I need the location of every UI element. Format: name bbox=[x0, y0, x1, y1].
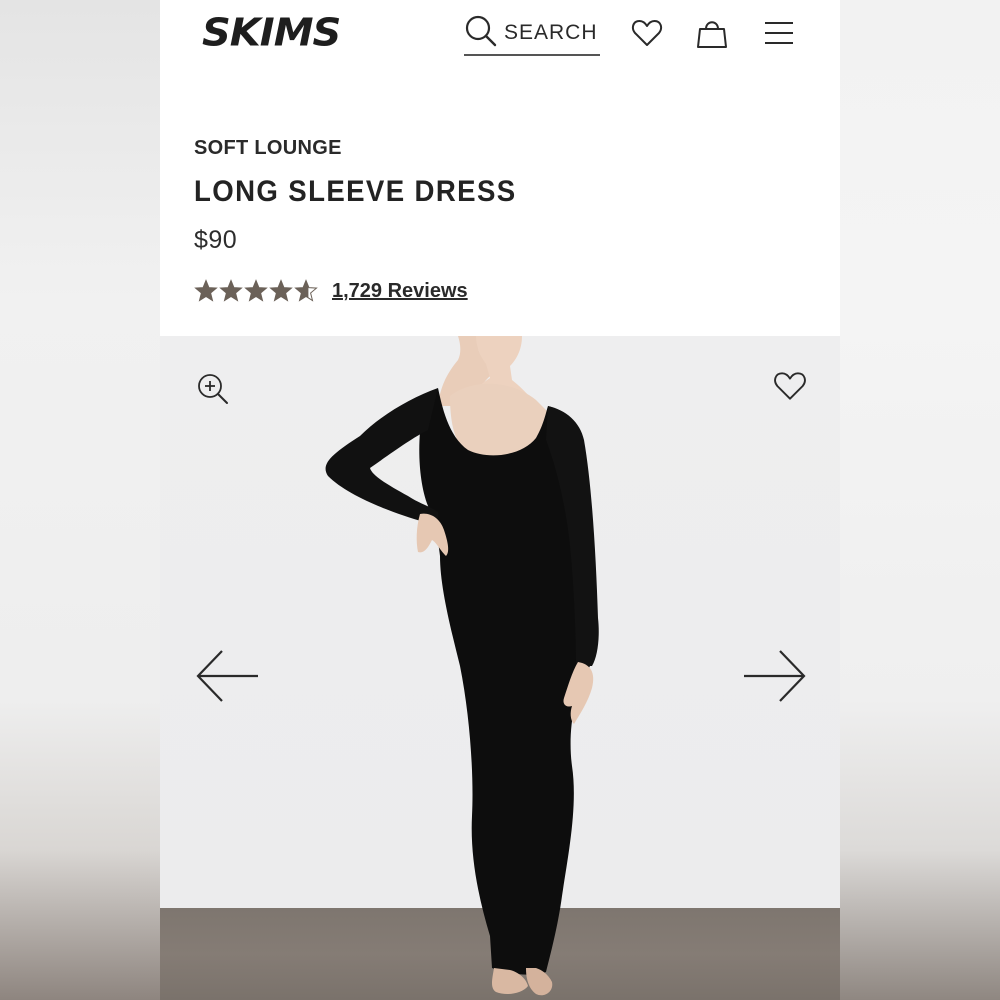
zoom-in-icon bbox=[196, 374, 230, 410]
heart-icon bbox=[630, 20, 664, 54]
background-left bbox=[0, 0, 160, 1000]
product-info: SOFT LOUNGE LONG SLEEVE DRESS $90 1,729 … bbox=[194, 132, 794, 306]
zoom-button[interactable] bbox=[196, 372, 230, 406]
product-image-model bbox=[325, 336, 599, 996]
star-icon bbox=[244, 279, 268, 303]
product-rating: 1,729 Reviews bbox=[194, 276, 794, 306]
bag-button[interactable] bbox=[695, 16, 729, 50]
search-button[interactable]: SEARCH bbox=[464, 12, 600, 56]
search-icon bbox=[464, 14, 498, 53]
arrow-right-icon bbox=[742, 650, 808, 708]
previous-image-button[interactable] bbox=[194, 648, 260, 704]
arrow-left-icon bbox=[194, 650, 260, 708]
star-icon bbox=[194, 279, 218, 303]
brand-logo[interactable]: SKIMS bbox=[202, 11, 341, 55]
star-icon bbox=[219, 279, 243, 303]
menu-button[interactable] bbox=[762, 16, 796, 50]
product-image-gallery[interactable] bbox=[160, 336, 840, 1000]
wishlist-button[interactable] bbox=[630, 16, 664, 50]
shopping-bag-icon bbox=[695, 21, 729, 54]
next-image-button[interactable] bbox=[742, 648, 808, 704]
product-page: SKIMS SEARCH SOFT LOUNGE LONG SLEEVE DRE… bbox=[160, 0, 840, 1000]
search-label: SEARCH bbox=[504, 21, 598, 44]
background-right bbox=[840, 0, 1000, 1000]
product-price: $90 bbox=[194, 226, 238, 254]
heart-icon bbox=[772, 372, 808, 408]
reviews-link[interactable]: 1,729 Reviews bbox=[332, 280, 468, 303]
rating-stars bbox=[194, 279, 318, 303]
product-collection[interactable]: SOFT LOUNGE bbox=[194, 132, 794, 164]
hamburger-menu-icon bbox=[762, 22, 796, 54]
star-icon bbox=[269, 279, 293, 303]
image-favorite-button[interactable] bbox=[772, 368, 808, 404]
product-title: LONG SLEEVE DRESS bbox=[194, 175, 517, 208]
star-icon bbox=[294, 279, 318, 303]
site-header: SKIMS SEARCH bbox=[160, 0, 840, 70]
